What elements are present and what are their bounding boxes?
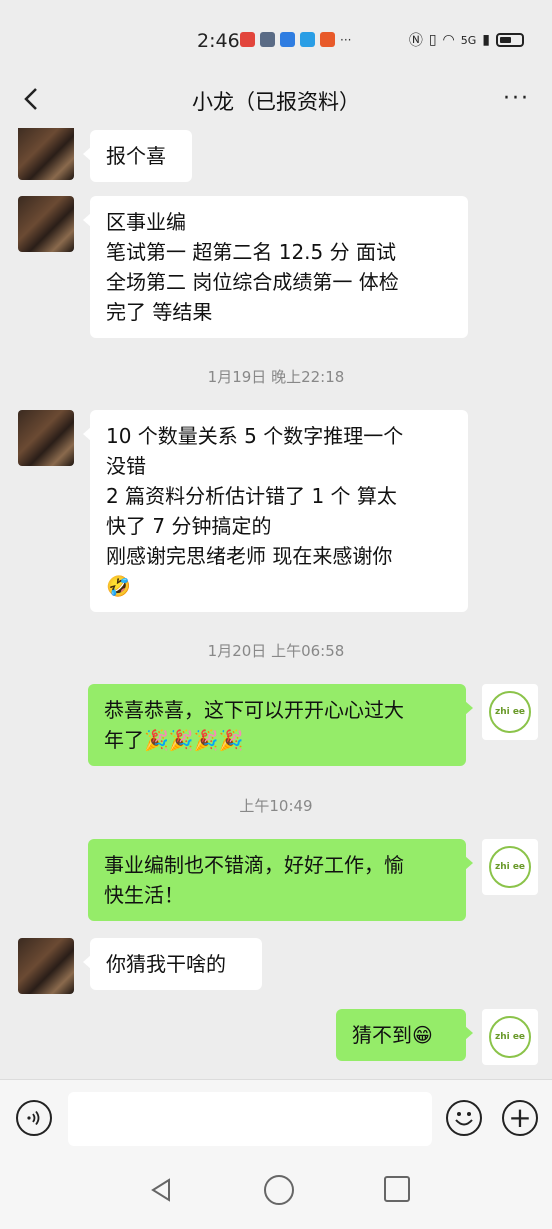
my-avatar[interactable]: zhi ee [482,839,538,895]
nav-back-icon[interactable] [148,1177,174,1203]
wifi-icon: ◠ [442,32,455,48]
alipay-icon [300,32,315,47]
contact-avatar[interactable] [18,410,74,466]
message-text: 快生活！ [104,883,184,907]
message-bubble-outgoing[interactable]: 恭喜恭喜，这下可以开开心心过大 年了🎉🎉🎉🎉 [88,684,473,766]
my-avatar[interactable]: zhi ee [482,1009,538,1065]
message-input[interactable] [68,1092,432,1146]
contact-avatar[interactable] [18,196,74,252]
message-text: 笔试第一 超第二名 12.5 分 面试 [106,240,396,264]
message-text: 恭喜恭喜，这下可以开开心心过大 [104,698,404,722]
more-options-icon[interactable]: ··· [503,86,530,111]
more-notifications-icon: ··· [340,32,352,47]
signal-icon: ▮ [482,32,490,48]
notification-icons: ··· [240,32,351,47]
message-bubble-outgoing[interactable]: 事业编制也不错滴，好好工作，愉 快生活！ [88,839,473,921]
message-text: 年了🎉🎉🎉🎉 [104,728,244,752]
message-text: 区事业编 [106,210,186,234]
message-text: 没错 [106,454,146,478]
avatar-logo: zhi ee [489,846,531,888]
avatar-logo: zhi ee [489,1016,531,1058]
message-text: 🤣 [106,574,131,598]
message-timestamp: 1月20日 上午06:58 [207,642,345,660]
vibrate-icon: ▯ [428,32,437,48]
my-avatar[interactable]: zhi ee [482,684,538,740]
message-timestamp: 1月19日 晚上22:18 [207,368,345,386]
message-text: 事业编制也不错滴，好好工作，愉 [104,853,404,877]
message-bubble-incoming[interactable]: 10 个数量关系 5 个数字推理一个 没错 2 篇资料分析估计错了 1 个 算太… [83,410,468,612]
avatar-logo: zhi ee [489,691,531,733]
mail-icon [260,32,275,47]
voice-icon[interactable] [16,1100,52,1136]
chat-header: 小龙（已报资料） ··· [0,72,552,128]
emoji-icon[interactable] [446,1100,482,1136]
contact-avatar[interactable] [18,938,74,994]
message-list[interactable]: 报个喜 区事业编 笔试第一 超第二名 12.5 分 面试 全场第二 岗位综合成绩… [0,128,552,1074]
message-text: 报个喜 [106,144,166,168]
plus-icon[interactable]: + [502,1100,538,1136]
chat-title: 小龙（已报资料） [192,90,360,114]
message-text: 完了 等结果 [106,300,213,324]
status-time: 2:46 [197,30,240,52]
nav-recent-icon[interactable] [384,1176,410,1202]
message-bubble-incoming[interactable]: 报个喜 [83,130,192,182]
system-navigation-bar [0,1159,552,1229]
input-bar: + [0,1079,552,1160]
status-bar: 2:46 ··· Ⓝ ▯ ◠ 5G ▮ [0,0,552,80]
message-text: 全场第二 岗位综合成绩第一 体检 [106,270,399,294]
network-label: 5G [460,33,477,47]
message-text: 你猜我干啥的 [106,952,226,976]
message-bubble-incoming[interactable]: 区事业编 笔试第一 超第二名 12.5 分 面试 全场第二 岗位综合成绩第一 体… [83,196,468,338]
message-text: 10 个数量关系 5 个数字推理一个 [106,424,404,448]
message-text: 猜不到😁 [352,1023,433,1047]
system-icons: Ⓝ ▯ ◠ 5G ▮ [409,30,524,50]
message-bubble-outgoing[interactable]: 猜不到😁 [336,1009,473,1061]
app-icon [320,32,335,47]
contact-avatar[interactable] [18,128,74,180]
message-text: 2 篇资料分析估计错了 1 个 算太 [106,484,397,508]
nav-home-icon[interactable] [264,1175,294,1205]
battery-icon [496,33,524,47]
message-timestamp: 上午10:49 [239,797,313,815]
message-bubble-incoming[interactable]: 你猜我干啥的 [83,938,262,990]
message-text: 刚感谢完思绪老师 现在来感谢你 [106,544,393,568]
nfc-icon: Ⓝ [408,33,423,49]
app-notification-icon [240,32,255,47]
cloud-icon [280,32,295,47]
message-text: 快了 7 分钟搞定的 [106,514,272,538]
